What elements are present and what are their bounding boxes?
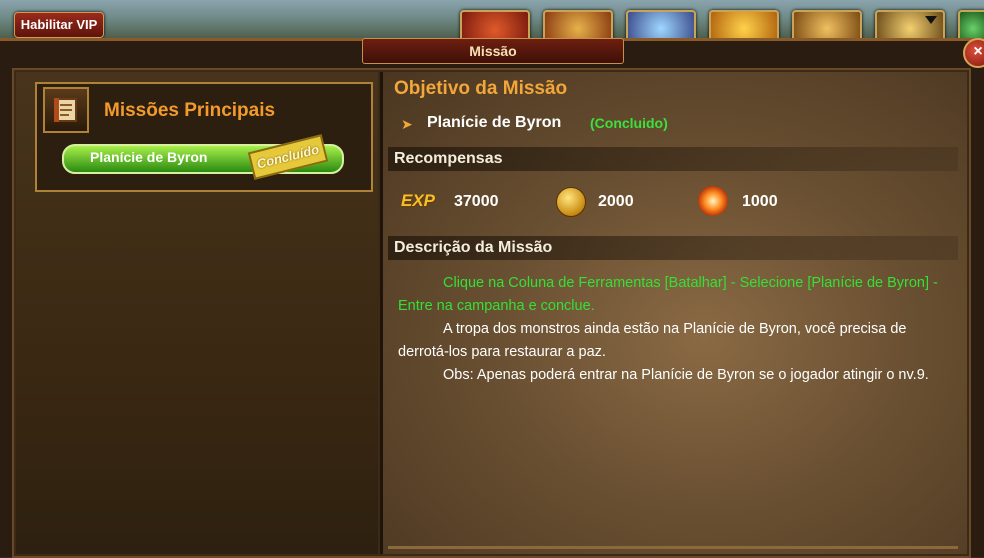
gold-reward-value: 2000 [598,193,634,210]
quest-book-icon [43,87,89,133]
main-missions-title: Missões Principais [104,100,276,121]
objective-quest-name: Planície de Byron [427,114,562,131]
rewards-title: Recompensas [394,150,503,167]
bottom-divider [388,546,958,549]
enable-vip-button[interactable]: Habilitar VIP [14,12,104,38]
exp-reward-value: 37000 [454,193,499,210]
energy-reward-value: 1000 [742,193,778,210]
description-story: A tropa dos monstros ainda estão na Plan… [398,321,907,360]
description-instruction: Clique na Coluna de Ferramentas [Batalha… [398,275,938,314]
arrow-right-icon: ➤ [401,116,413,132]
gold-coin-icon [556,187,586,217]
energy-orb-icon [698,186,728,216]
window-title: Missão [362,38,624,64]
objective-status: (Concluido) [590,115,668,131]
exp-icon: EXP [401,191,436,210]
quest-list-item-label[interactable]: Planície de Byron [90,149,207,165]
mission-description: Clique na Coluna de Ferramentas [Batalha… [398,272,946,387]
description-note: Obs: Apenas poderá entrar na Planície de… [443,367,929,383]
description-title: Descrição da Missão [394,239,553,256]
dropdown-arrow-icon [925,16,937,24]
objective-title: Objetivo da Missão [394,78,568,99]
